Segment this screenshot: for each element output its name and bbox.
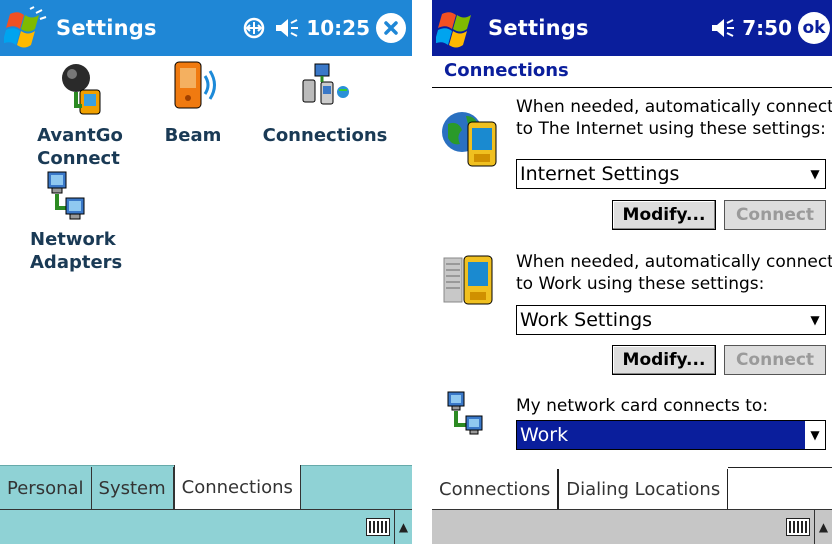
chevron-down-icon: ▼ xyxy=(805,160,825,188)
page-title: Connections xyxy=(444,60,569,81)
connections-label: Connections xyxy=(262,125,388,146)
internet-desc-line2: to The Internet using these settings: xyxy=(516,119,826,139)
close-icon[interactable] xyxy=(376,13,406,43)
internet-settings-dropdown[interactable]: Internet Settings ▼ xyxy=(516,159,826,189)
keyboard-icon[interactable] xyxy=(366,518,390,536)
work-settings-dropdown[interactable]: Work Settings ▼ xyxy=(516,305,826,335)
work-modify-button[interactable]: Modify... xyxy=(612,345,716,375)
beam-label: Beam xyxy=(164,125,222,146)
input-panel-arrow-icon[interactable]: ▲ xyxy=(814,509,832,544)
connections-settings-screen: Settings 7:50 ok Connections When needed… xyxy=(432,0,832,544)
tab-strip: Connections Dialing Locations xyxy=(432,467,832,511)
network-card-icon xyxy=(444,390,498,448)
menu-bar: ▲ xyxy=(0,509,412,544)
chevron-down-icon: ▼ xyxy=(805,421,825,449)
divider xyxy=(432,87,832,88)
clock[interactable]: 7:50 xyxy=(742,16,792,40)
start-flag-icon[interactable] xyxy=(434,5,482,51)
network-dropdown-value: Work xyxy=(520,424,569,446)
internet-modify-button[interactable]: Modify... xyxy=(612,200,716,230)
work-desc-line2: to Work using these settings: xyxy=(516,274,765,294)
connections-icon xyxy=(295,58,355,118)
title-bar: Settings 10:25 xyxy=(0,0,412,56)
settings-screen-connections-tab: Settings 10:25 AvantGo Connect Beam Conn… xyxy=(0,0,412,544)
ok-button[interactable]: ok xyxy=(798,12,830,44)
window-title: Settings xyxy=(56,16,157,40)
avantgo-connect-item[interactable]: AvantGo Connect xyxy=(30,58,130,170)
work-connect-button[interactable]: Connect xyxy=(724,345,826,375)
avantgo-icon xyxy=(50,58,110,118)
speaker-icon[interactable] xyxy=(274,17,300,39)
tab-dialing-locations[interactable]: Dialing Locations xyxy=(558,469,729,511)
beam-item[interactable]: Beam xyxy=(158,58,228,147)
work-connection-icon xyxy=(440,250,506,316)
menu-bar: ▲ xyxy=(432,509,832,544)
avantgo-label-line2: Connect xyxy=(37,148,120,169)
keyboard-icon[interactable] xyxy=(786,518,810,536)
internet-dropdown-value: Internet Settings xyxy=(520,163,680,185)
connectivity-icon[interactable] xyxy=(242,16,266,40)
tab-connections[interactable]: Connections xyxy=(432,469,559,511)
input-panel-arrow-icon[interactable]: ▲ xyxy=(394,509,412,544)
start-flag-icon[interactable] xyxy=(2,5,50,51)
avantgo-label-line1: AvantGo xyxy=(37,125,123,146)
work-description: When needed, automatically connect to Wo… xyxy=(516,251,832,295)
internet-connect-button[interactable]: Connect xyxy=(724,200,826,230)
internet-description: When needed, automatically connect to Th… xyxy=(516,96,832,140)
network-adapters-icon xyxy=(38,170,98,230)
network-label-line2: Adapters xyxy=(30,252,123,273)
connections-item[interactable]: Connections xyxy=(260,58,390,147)
chevron-down-icon: ▼ xyxy=(805,306,825,334)
network-adapters-item[interactable]: Network Adapters xyxy=(22,170,122,274)
network-label-line1: Network xyxy=(30,229,116,250)
internet-connection-icon xyxy=(440,108,506,174)
clock[interactable]: 10:25 xyxy=(306,16,370,40)
window-title: Settings xyxy=(488,16,589,40)
network-card-description: My network card connects to: xyxy=(516,396,769,416)
tab-personal[interactable]: Personal xyxy=(0,467,92,509)
tab-strip: Personal System Connections xyxy=(0,465,412,509)
network-card-dropdown[interactable]: Work ▼ xyxy=(516,420,826,450)
internet-desc-line1: When needed, automatically connect xyxy=(516,97,832,117)
beam-icon xyxy=(163,58,223,118)
tab-connections[interactable]: Connections xyxy=(173,465,301,509)
speaker-icon[interactable] xyxy=(710,17,736,39)
work-dropdown-value: Work Settings xyxy=(520,309,653,331)
tab-system[interactable]: System xyxy=(92,467,174,509)
work-desc-line1: When needed, automatically connect xyxy=(516,252,832,272)
title-bar: Settings 7:50 ok xyxy=(432,0,832,56)
